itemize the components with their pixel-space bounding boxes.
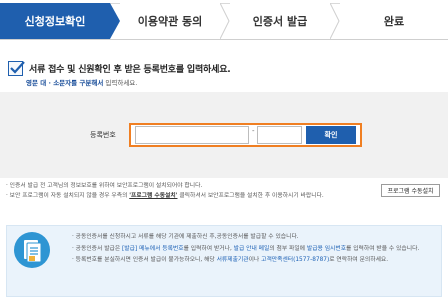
step-3: 인증서 발급 (230, 3, 330, 39)
step-4-label: 완료 (383, 15, 405, 28)
info-item-1: · 공동인증서를 신청하시고 서류를 해당 기관에 제출하신 후,공동인증서를 … (72, 234, 299, 240)
manual-install-reference: '프로그램 수동설치' (129, 193, 178, 199)
info-item-3-a: · 등록번호를 분실하시면 인증서 발급이 불가능하오니, 해당 (72, 257, 217, 264)
instruction-text: 서류 접수 및 신원확인 후 받은 등록번호를 입력하세요. (29, 65, 231, 75)
registration-number-input-1[interactable] (135, 126, 249, 144)
case-sensitive-rest: 입력하세요. (103, 79, 138, 87)
customer-center-highlight: 고객만족센터(1577-8787) (261, 257, 330, 264)
temp-number-highlight: 발급용 임시번호 (306, 245, 347, 252)
submission-agency-highlight: 서류제출기관 (216, 257, 249, 264)
step-2: 이용약관 동의 (120, 3, 220, 39)
steps-bottom-divider (0, 39, 448, 40)
step-divider-chevron (220, 3, 230, 39)
checkbox-check-icon (8, 61, 25, 76)
registration-number-label: 등록번호 (90, 131, 116, 139)
info-item-2-b: 를 입력하여 받거나, (183, 245, 234, 252)
confirm-button[interactable]: 확인 (306, 126, 356, 144)
info-item-3-c: 로 연락하여 문의하세요. (329, 257, 389, 264)
step-4: 완료 (340, 3, 448, 39)
step-1-label: 신청정보확인 (24, 15, 86, 28)
step-1: 신청정보확인 (0, 3, 110, 39)
issue-menu-highlight: [발급] 메뉴에서 등록번호 (122, 245, 184, 252)
info-item-2-a: · 공동인증서 발급은 (72, 245, 123, 252)
security-note-1: · 인증서 발급 전 고객님의 정보보호를 위하여 보안프로그램이 설치되어야 … (6, 183, 203, 189)
security-note-2-post: 클릭하셔서 보안프로그램을 설치한 후 이용하시기 바랍니다. (177, 193, 324, 199)
step-divider-chevron (330, 3, 340, 39)
registration-number-dash: - (252, 127, 255, 135)
issue-mail-highlight: 발급 안내 메일 (233, 245, 270, 252)
registration-number-input-2[interactable] (257, 126, 302, 144)
security-note-2: · 보안 프로그램이 자동 설치되지 않을 경우 우측의 '프로그램 수동설치'… (6, 191, 376, 201)
info-list: · 공동인증서를 신청하시고 서류를 해당 기관에 제출하신 후,공동인증서를 … (72, 233, 432, 268)
document-icon (14, 232, 50, 268)
manual-install-button[interactable]: 프로그램 수동설치 (381, 184, 440, 197)
info-item-2-d: 를 입력하여 받을 수 있습니다. (346, 245, 420, 252)
progress-steps: 신청정보확인 이용약관 동의 인증서 발급 완료 (0, 0, 448, 42)
case-sensitive-hint: 영문 대 · 소문자를 구분해서 입력하세요. (26, 77, 137, 87)
security-notes: · 인증서 발급 전 고객님의 정보보호를 위하여 보안프로그램이 설치되어야 … (6, 181, 376, 201)
info-item-3: · 등록번호를 분실하시면 인증서 발급이 불가능하오니, 해당 서류제출기관이… (72, 256, 432, 266)
info-item-2-c: 의 첨부 파일에 (269, 245, 307, 252)
security-note-2-pre: · 보안 프로그램이 자동 설치되지 않을 경우 우측의 (6, 193, 130, 199)
instruction-row: 서류 접수 및 신원확인 후 받은 등록번호를 입력하세요. (8, 61, 231, 76)
step-1-arrow (110, 3, 120, 39)
info-item-3-b: 이나 (248, 257, 262, 264)
step-3-label: 인증서 발급 (252, 15, 308, 28)
info-item-2: · 공동인증서 발급은 [발급] 메뉴에서 등록번호를 입력하여 받거나, 발급… (72, 245, 432, 255)
step-2-label: 이용약관 동의 (137, 15, 203, 28)
case-sensitive-emphasis: 영문 대 · 소문자를 구분해서 (26, 79, 104, 87)
